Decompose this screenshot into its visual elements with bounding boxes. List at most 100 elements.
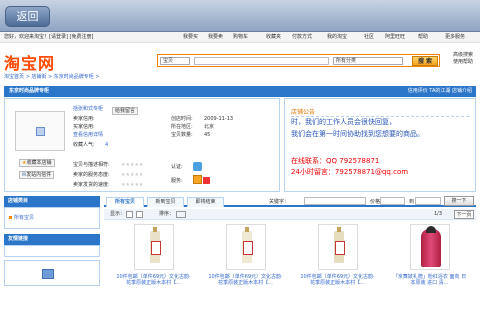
product-card[interactable]: 10件包邮（单件69元）文化古韵·花季原装正版木本村【... bbox=[208, 224, 283, 320]
category-title: 店铺类目 bbox=[4, 196, 100, 207]
rating-shipping-stars: ★★★★★ bbox=[121, 182, 144, 188]
send-message-button[interactable]: ✉发站内信件 bbox=[19, 171, 55, 179]
tab-new-items[interactable]: 新到宝贝 bbox=[147, 197, 184, 207]
listing-toolbar: 显示： 排序： 1/3 下一页 bbox=[104, 209, 476, 220]
notice-qq-contact: 在线联系：QQ 792578871 bbox=[291, 157, 380, 165]
link-payment[interactable]: 付款方式 bbox=[292, 32, 312, 43]
search-bar: 宝贝 所有分类 搜 索 bbox=[157, 54, 440, 67]
cube-icon bbox=[42, 269, 54, 279]
keyword-input[interactable] bbox=[304, 197, 366, 205]
tab-ending-soon[interactable]: 即将结束 bbox=[187, 197, 224, 207]
product-title[interactable]: 10件包邮（单件69元）文化古韵·花季原装正版木本村【... bbox=[300, 274, 375, 286]
link-cart[interactable]: 购物车 bbox=[233, 32, 248, 43]
view-mode-label: 显示： bbox=[110, 211, 126, 217]
certification-icon[interactable] bbox=[193, 162, 202, 171]
link-my-taobao[interactable]: 我的淘宝 bbox=[327, 32, 347, 43]
product-title[interactable]: 10件包邮（单件69元）文化古韵·花季原装正版木本村【... bbox=[116, 274, 191, 286]
category-item-all[interactable]: 所有宝贝 bbox=[9, 214, 95, 221]
link-aliwangwang[interactable]: 阿里旺旺 bbox=[385, 32, 405, 43]
notice-email[interactable]: 24小时留言：792578871@qq.com bbox=[291, 167, 408, 177]
product-card[interactable]: 10件包邮（单件69元）文化古韵·花季原装正版木本村【... bbox=[116, 224, 191, 320]
promo-box[interactable] bbox=[4, 260, 100, 286]
grid-view-icon[interactable] bbox=[126, 211, 133, 218]
friend-links-title: 友情链接 bbox=[4, 234, 100, 245]
search-input[interactable] bbox=[194, 57, 329, 65]
category-list: 所有宝贝 bbox=[4, 207, 100, 229]
product-image[interactable] bbox=[134, 224, 174, 270]
link-community[interactable]: 社区 bbox=[364, 32, 374, 43]
product-image[interactable] bbox=[318, 224, 358, 270]
shop-notice-panel: 店铺公告 时，我们的工作人员会很快回复， 我们会在第一时间协助找到您想要的商品。… bbox=[284, 98, 476, 192]
listing-tabs: 所有宝贝 新到宝贝 即将结束 关键字： 价格: 到 搜一下 bbox=[104, 196, 476, 207]
product-card[interactable]: 10件包邮（单件69元）文化古韵·花季原装正版木本村【... bbox=[300, 224, 375, 320]
greeting-text[interactable]: 您好，欢迎来淘宝！[请登录] [免费注册] bbox=[4, 32, 93, 43]
product-listing: 所有宝贝 新到宝贝 即将结束 关键字： 价格: 到 搜一下 显示： 排序： 1/… bbox=[104, 196, 476, 320]
credit-details-link[interactable]: 查看信用详情 bbox=[73, 131, 103, 139]
filter-search-button[interactable]: 搜一下 bbox=[444, 196, 474, 206]
image-placeholder-icon bbox=[36, 127, 45, 136]
buyer-credit-label: 买家信用: bbox=[73, 124, 95, 130]
notice-title: 店铺公告 bbox=[291, 109, 316, 116]
rating-service-stars: ★★★★★ bbox=[121, 172, 144, 178]
certification-label: 认证: bbox=[171, 164, 183, 170]
seller-credit-label: 卖家信用: bbox=[73, 116, 95, 122]
tab-all-items[interactable]: 所有宝贝 bbox=[106, 197, 144, 207]
advanced-search-links: 高级搜索 使用帮助 bbox=[453, 52, 473, 66]
product-card[interactable]: 「京舞妓礼赠」粉红浴衣 面向 日本原装 进口 清... bbox=[392, 224, 467, 320]
usage-help-link[interactable]: 使用帮助 bbox=[453, 59, 473, 66]
price-max-input[interactable] bbox=[415, 197, 441, 205]
notice-line-2: 我们会在第一时间协助找到您想要的商品。 bbox=[291, 130, 424, 138]
rating-description-stars: ★★★★★ bbox=[121, 162, 144, 168]
price-min-input[interactable] bbox=[380, 197, 405, 205]
service-badge-icon[interactable] bbox=[203, 177, 210, 184]
advanced-search-link[interactable]: 高级搜索 bbox=[453, 52, 473, 59]
location-label: 所在地区: bbox=[171, 124, 193, 130]
consumer-protection-icon[interactable] bbox=[193, 175, 202, 184]
sort-select[interactable] bbox=[176, 211, 186, 218]
page-indicator: 1/3 bbox=[434, 211, 443, 217]
rating-description-label: 宝贝与描述相符: bbox=[73, 162, 110, 168]
popularity-value: 4 bbox=[105, 142, 109, 148]
friend-links-box bbox=[4, 245, 100, 257]
rating-shipping-label: 卖家发货的速度: bbox=[73, 182, 110, 188]
bullet-icon bbox=[9, 216, 12, 219]
popularity-label: 收藏人气: bbox=[73, 142, 95, 148]
link-favorites[interactable]: 收藏夹 bbox=[266, 32, 281, 43]
list-view-icon[interactable] bbox=[136, 211, 143, 218]
shop-avatar bbox=[15, 111, 65, 151]
breadcrumb[interactable]: 淘宝首页 > 店铺街 > 东京时尚品牌专柜 > bbox=[4, 73, 100, 80]
sort-label: 排序： bbox=[159, 211, 175, 217]
product-image[interactable] bbox=[410, 224, 450, 270]
link-help[interactable]: 帮助 bbox=[418, 32, 428, 43]
link-sell[interactable]: 我要卖 bbox=[208, 32, 223, 43]
notice-line-1: 时，我们的工作人员会很快回复， bbox=[291, 118, 396, 126]
service-label: 服务: bbox=[171, 178, 183, 184]
top-links-bar: 您好，欢迎来淘宝！[请登录] [免费注册] 我要买 我要卖 购物车 收藏夹 付款… bbox=[0, 32, 480, 43]
link-more-services[interactable]: 更多服务 bbox=[445, 32, 465, 43]
left-sidebar: 店铺类目 所有宝贝 友情链接 bbox=[4, 196, 100, 320]
shop-header-bar: 东京时尚品牌专柜 信用评价 TA的江湖 店铺介绍 bbox=[4, 86, 476, 97]
favorite-shop-button[interactable]: ★收藏本店铺 bbox=[19, 159, 55, 167]
taobao-logo[interactable]: 淘宝网 bbox=[4, 50, 55, 74]
leave-message-button[interactable]: 给我留言 bbox=[112, 107, 139, 115]
next-page-button[interactable]: 下一页 bbox=[454, 210, 474, 219]
product-image[interactable] bbox=[226, 224, 266, 270]
back-button[interactable]: 返回 bbox=[5, 6, 50, 27]
shop-name: 东京时尚品牌专柜 bbox=[9, 88, 50, 94]
link-buy[interactable]: 我要买 bbox=[183, 32, 198, 43]
keyword-label: 关键字： bbox=[269, 199, 290, 205]
navigation-bar: 返回 bbox=[0, 0, 480, 32]
seller-name[interactable]: 括张和式专柜 bbox=[73, 105, 103, 113]
product-title[interactable]: 「京舞妓礼赠」粉红浴衣 面向 日本原装 进口 清... bbox=[392, 274, 467, 286]
location-value: 北京 bbox=[204, 124, 215, 130]
seller-info-panel: 括张和式专柜 给我留言 卖家信用: 买家信用: 查看信用详情 收藏人气: 4 创… bbox=[4, 98, 280, 192]
item-count-label: 宝贝数量: bbox=[171, 132, 193, 138]
shop-header-links[interactable]: 信用评价 TA的江湖 店铺介绍 bbox=[408, 86, 472, 97]
item-count-value: 45 bbox=[204, 132, 211, 138]
product-title[interactable]: 10件包邮（单件69元）文化古韵·花季原装正版木本村【... bbox=[208, 274, 283, 286]
search-category-select[interactable]: 所有分类 bbox=[333, 57, 403, 65]
search-button[interactable]: 搜 索 bbox=[412, 56, 438, 66]
created-value: 2009-11-13 bbox=[204, 116, 234, 122]
rating-service-label: 卖家的服务态度: bbox=[73, 172, 110, 178]
search-scope-select[interactable]: 宝贝 bbox=[160, 57, 190, 65]
